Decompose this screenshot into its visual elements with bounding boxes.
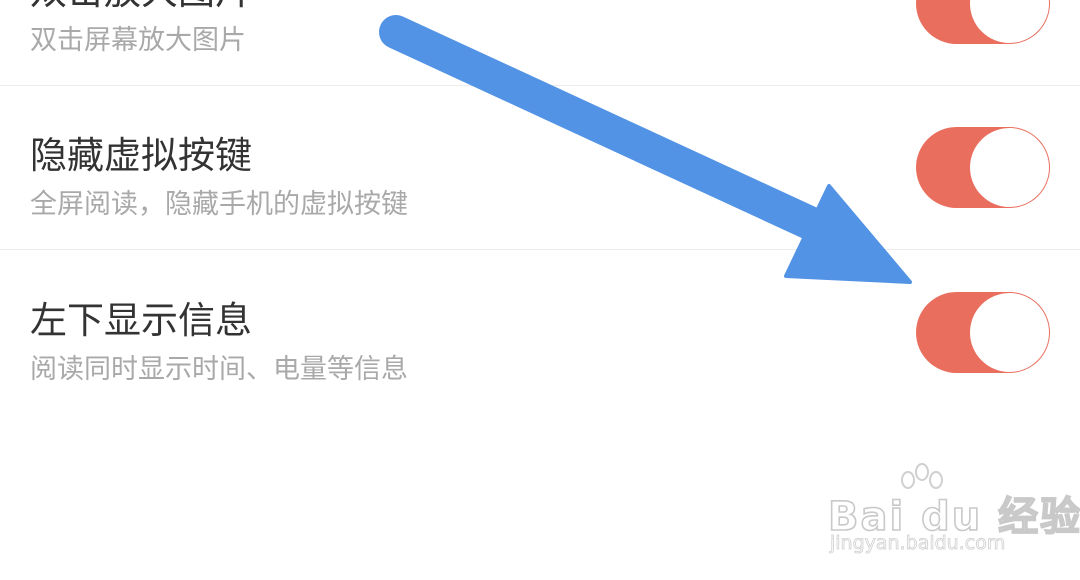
- hide-virtual-keys-toggle[interactable]: [916, 127, 1050, 208]
- toggle-knob: [970, 0, 1049, 43]
- setting-title: 左下显示信息: [30, 299, 252, 342]
- setting-description: 全屏阅读，隐藏手机的虚拟按键: [30, 189, 408, 220]
- setting-row-hide-virtual-keys[interactable]: 隐藏虚拟按键 全屏阅读，隐藏手机的虚拟按键: [0, 86, 1080, 250]
- setting-title: 隐藏虚拟按键: [30, 134, 252, 177]
- double-tap-zoom-toggle[interactable]: [916, 0, 1050, 44]
- setting-description: 阅读同时显示时间、电量等信息: [30, 354, 408, 385]
- setting-description: 双击屏幕放大图片: [30, 25, 246, 56]
- show-bottom-left-info-toggle[interactable]: [916, 292, 1050, 373]
- toggle-knob: [970, 293, 1049, 372]
- setting-title: 双击放大图片: [30, 0, 252, 14]
- toggle-knob: [970, 128, 1049, 207]
- watermark-url: jingyan.baidu.com: [830, 532, 1006, 555]
- settings-screen: 双击放大图片 双击屏幕放大图片 隐藏虚拟按键 全屏阅读，隐藏手机的虚拟按键 左下…: [0, 0, 1080, 580]
- setting-row-double-tap-zoom[interactable]: 双击放大图片 双击屏幕放大图片: [0, 0, 1080, 86]
- setting-row-show-bottom-left-info[interactable]: 左下显示信息 阅读同时显示时间、电量等信息: [0, 251, 1080, 415]
- baidu-jingyan-watermark: Bai du 经验 jingyan.baidu.com: [827, 462, 1080, 562]
